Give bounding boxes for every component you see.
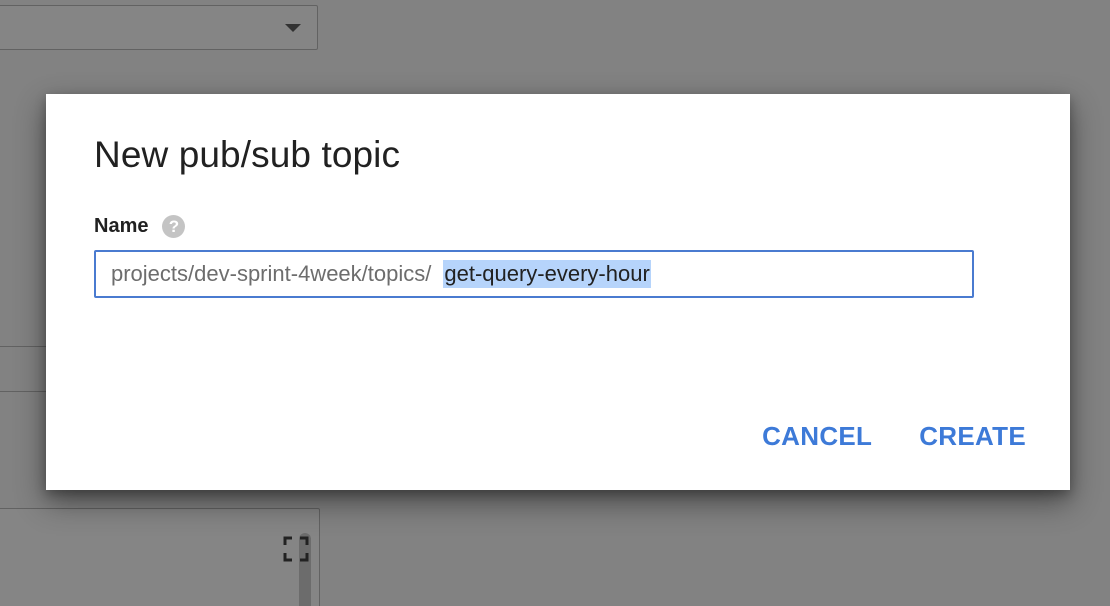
topic-name-input[interactable]: projects/dev-sprint-4week/topics/ get-qu… xyxy=(94,250,974,298)
help-icon[interactable]: ? xyxy=(162,214,186,238)
create-button[interactable]: CREATE xyxy=(919,421,1026,452)
topic-name-value[interactable]: get-query-every-hour xyxy=(443,260,651,288)
topic-path-prefix: projects/dev-sprint-4week/topics/ xyxy=(111,261,432,286)
cancel-button[interactable]: CANCEL xyxy=(762,421,872,452)
new-topic-dialog: New pub/sub topic Name ? projects/dev-sp… xyxy=(46,94,1070,490)
dialog-title: New pub/sub topic xyxy=(94,134,401,175)
dialog-actions: CANCEL CREATE xyxy=(762,421,1026,452)
name-label-row: Name ? xyxy=(94,213,186,239)
name-label: Name xyxy=(94,214,149,237)
